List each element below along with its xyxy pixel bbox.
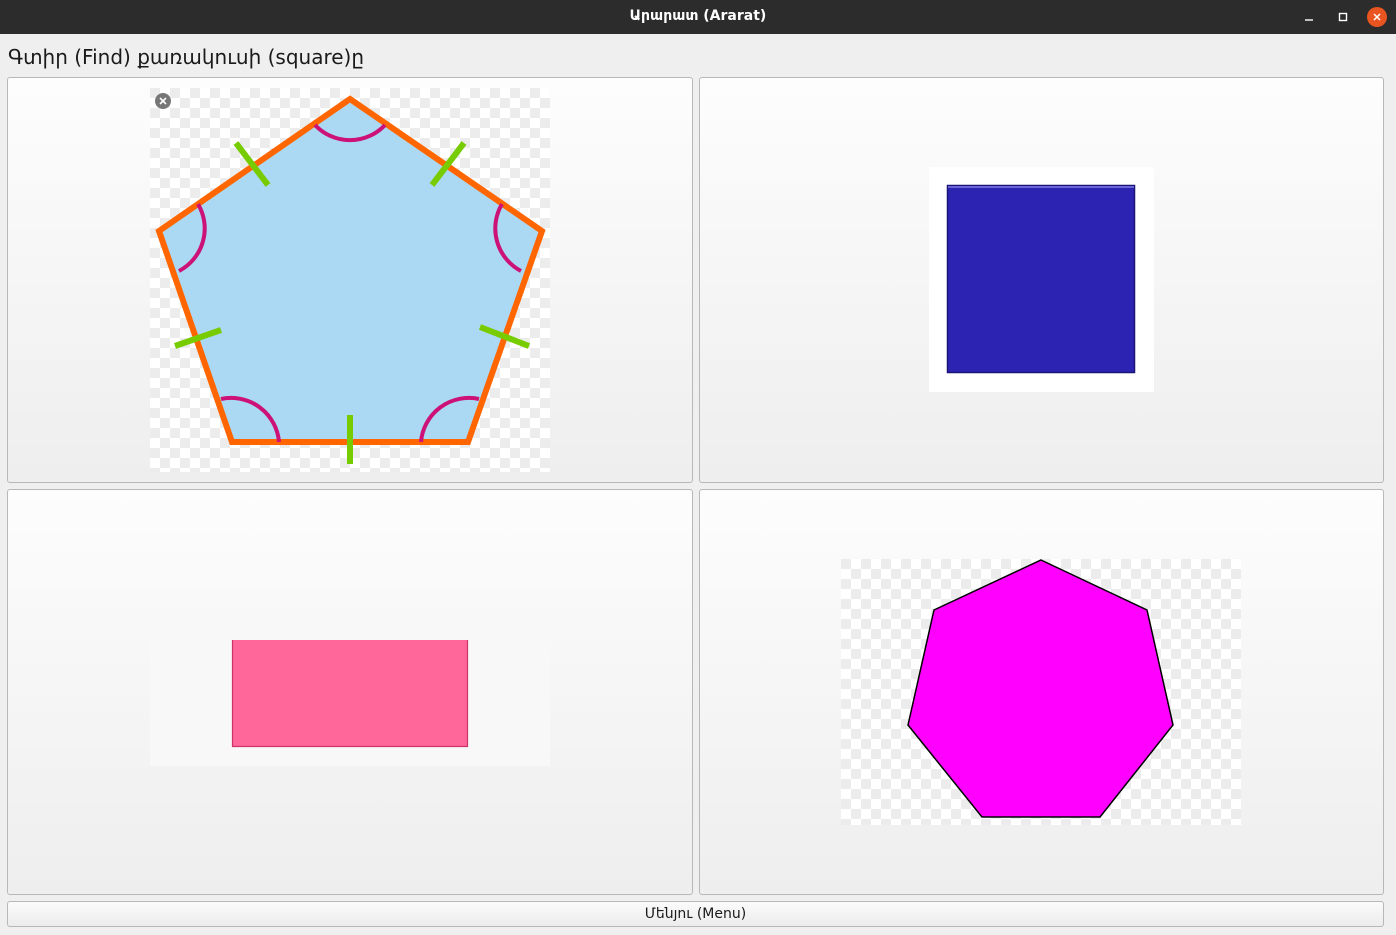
square-image	[929, 167, 1154, 392]
remove-icon	[155, 93, 171, 109]
minimize-icon	[1305, 19, 1313, 21]
heptagon-image	[841, 559, 1241, 825]
close-button[interactable]	[1366, 6, 1388, 28]
question-prompt: Գտիր (Find) քառակուսի (square)ը	[8, 45, 365, 69]
maximize-button[interactable]	[1332, 6, 1354, 28]
choice-pentagon-card[interactable]	[7, 77, 693, 483]
choice-heptagon-card[interactable]	[699, 489, 1384, 895]
rectangle-image	[150, 640, 550, 766]
title-bar: Արարատ (Ararat)	[0, 0, 1396, 34]
square-shape	[946, 184, 1136, 374]
pentagon-image	[150, 88, 550, 472]
menu-button[interactable]: Մենյու (Menu)	[7, 901, 1384, 927]
choice-rectangle-card[interactable]	[7, 489, 693, 895]
close-icon	[1367, 7, 1387, 27]
choice-square-card[interactable]	[699, 77, 1384, 483]
window-title: Արարատ (Ararat)	[629, 8, 767, 24]
rectangle-shape	[231, 640, 469, 748]
maximize-icon	[1338, 12, 1348, 22]
minimize-button[interactable]	[1298, 6, 1320, 28]
